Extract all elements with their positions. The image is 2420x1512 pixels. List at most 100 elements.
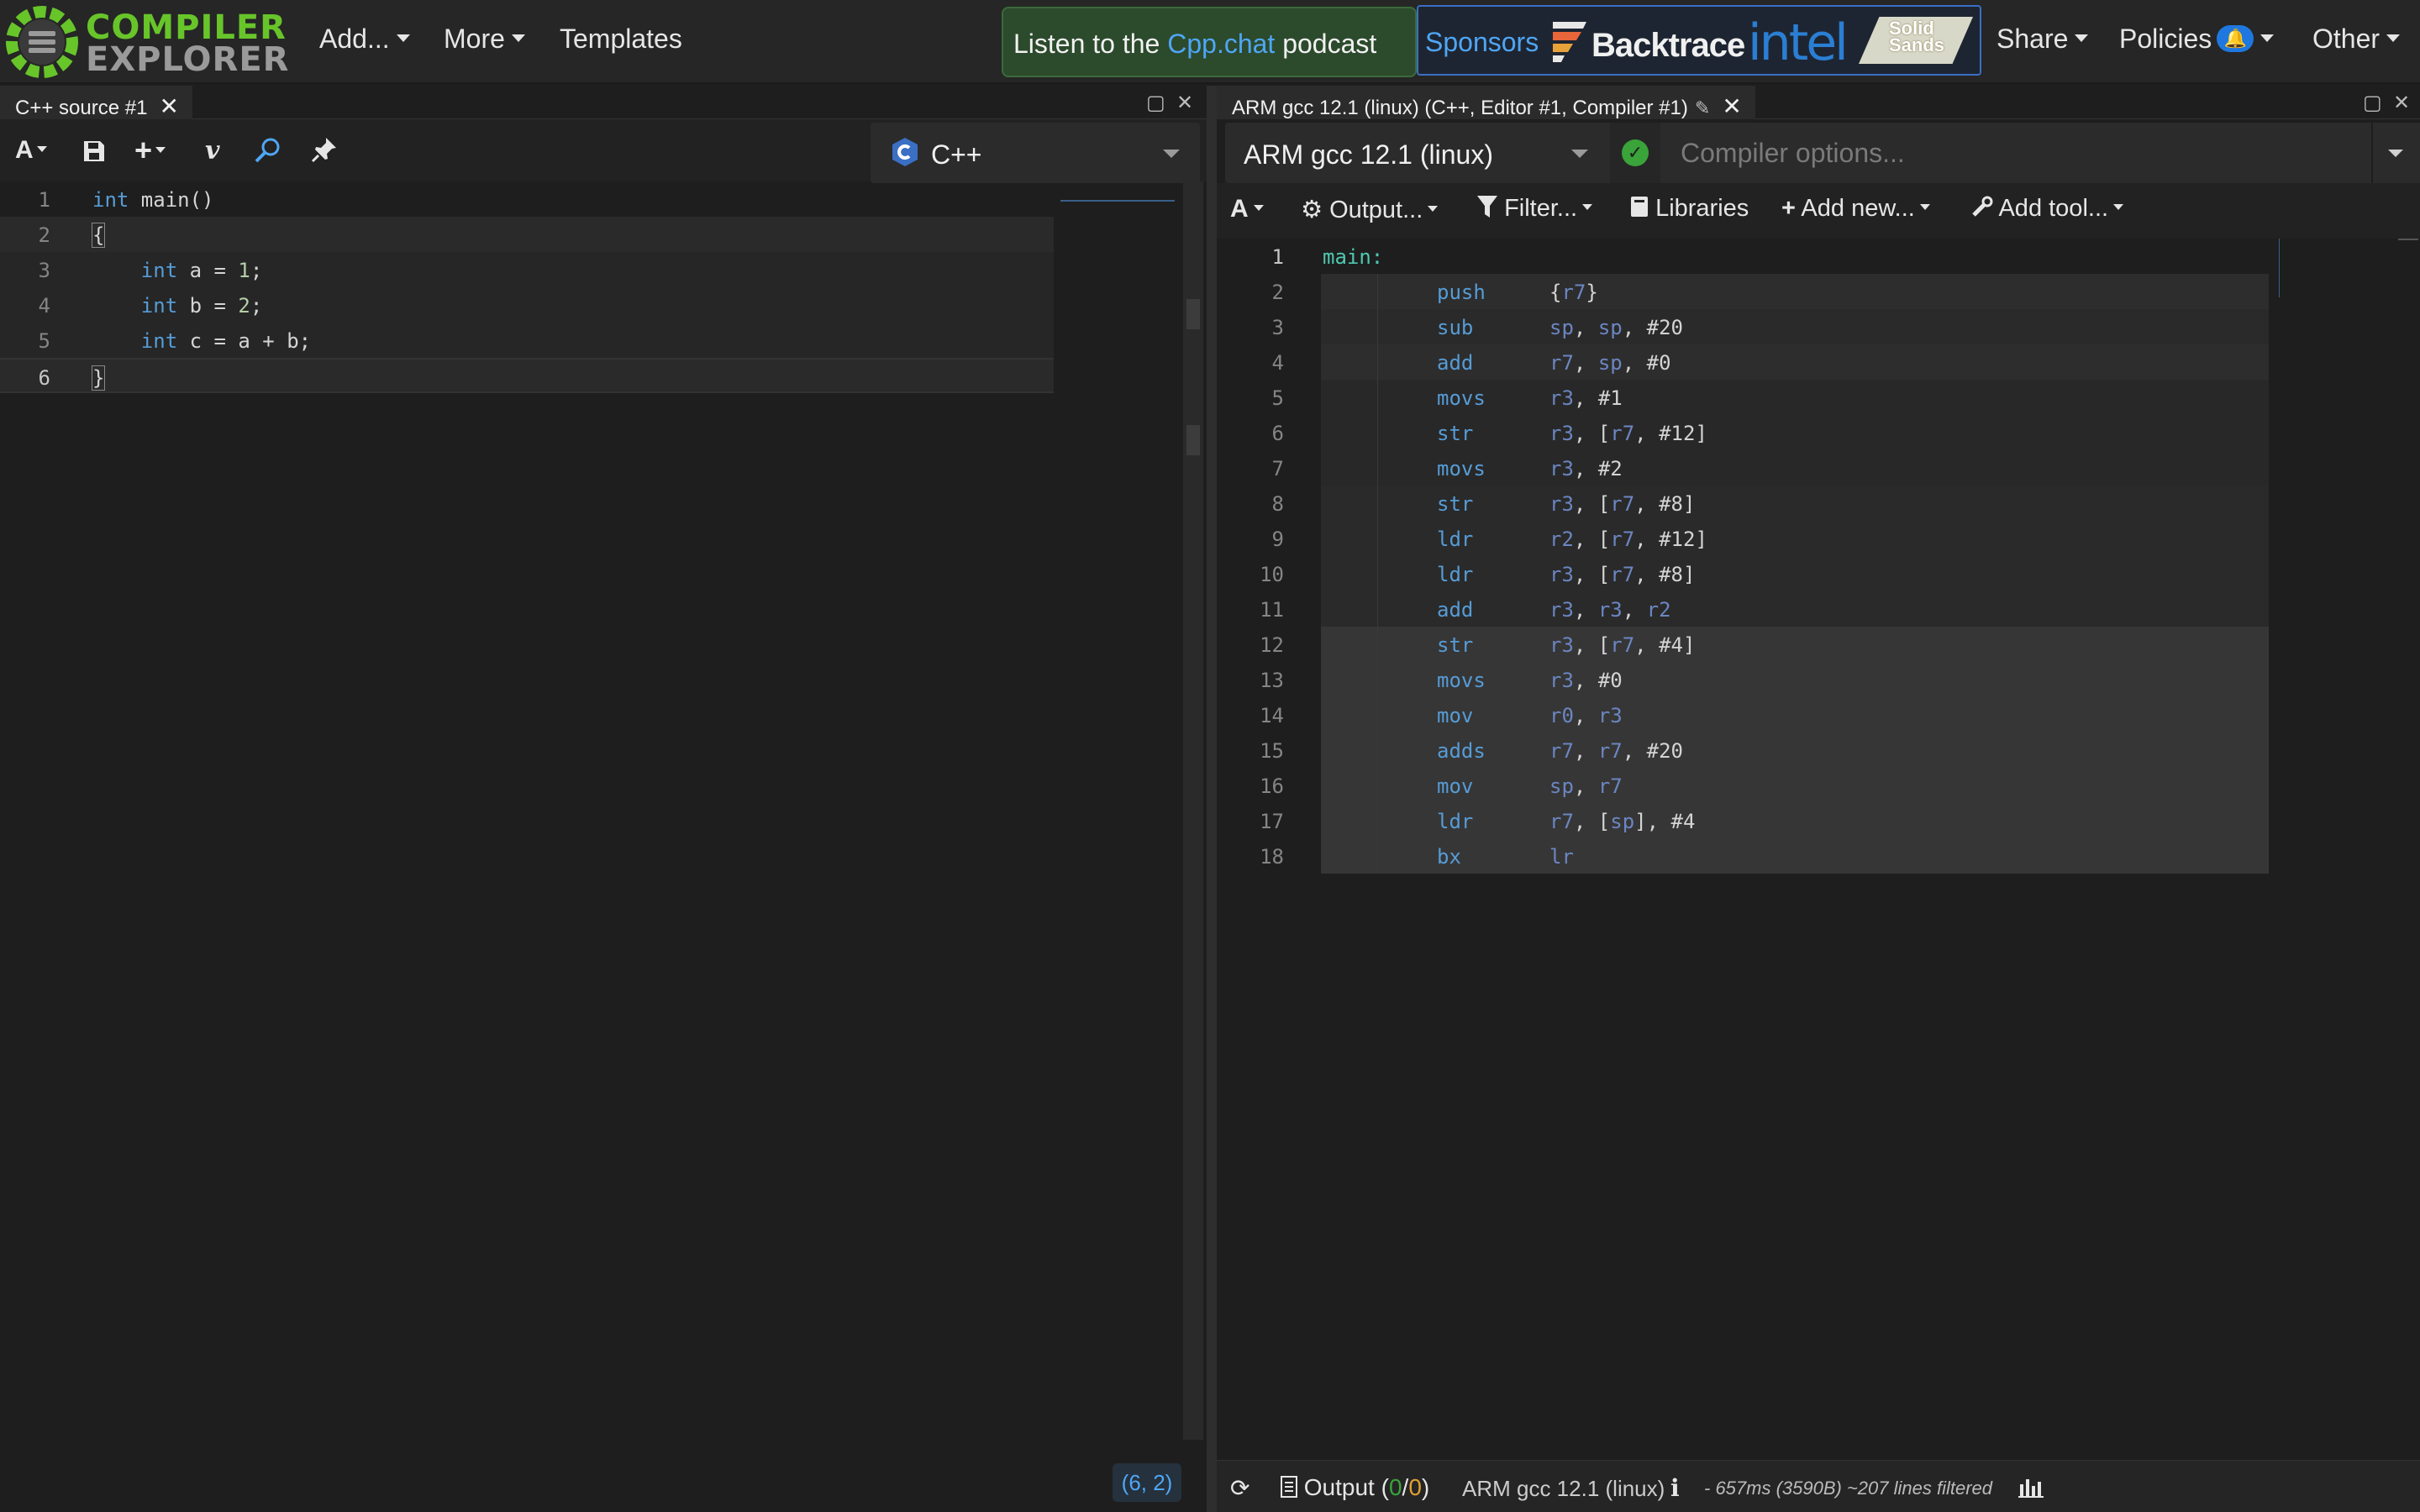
maximize-icon[interactable]: ▢	[2363, 91, 2382, 115]
add-new-button[interactable]: + Add new...	[1781, 195, 1930, 223]
refresh-icon[interactable]: ⟳	[1230, 1474, 1249, 1502]
asm-minimap[interactable]	[2279, 239, 2319, 297]
asm-opcode: movs	[1437, 386, 1486, 410]
line-number: 1	[38, 188, 50, 212]
asm-operands: r3, r3, r2	[1549, 598, 1671, 622]
asm-operands: sp, sp, #20	[1549, 316, 1683, 339]
solidsands-line-2: Sands	[1889, 34, 1945, 55]
nav-templates[interactable]: Templates	[560, 24, 682, 55]
asm-line[interactable]: 11 add r3, r3, r2	[1217, 591, 2420, 627]
source-line[interactable]: 5 int c = a + b;	[0, 323, 1054, 358]
asm-line[interactable]: 4 add r7, sp, #0	[1217, 344, 2420, 380]
nav-other-menu[interactable]: Other	[2312, 24, 2401, 55]
asm-line[interactable]: 6 str r3, [r7, #12]	[1217, 415, 2420, 450]
source-line[interactable]: 3 int a = 1;	[0, 252, 1054, 287]
nav-add-menu[interactable]: Add...	[319, 24, 410, 55]
asm-punct: ,	[1622, 351, 1647, 375]
asm-immediate: #12	[1659, 422, 1696, 445]
code-token: {	[91, 223, 106, 248]
sponsor-backtrace[interactable]: Backtrace	[1591, 27, 1745, 65]
asm-punct: }	[1586, 281, 1598, 304]
asm-line[interactable]: 13 movs r3, #0	[1217, 662, 2420, 697]
tab-compiler[interactable]: ARM gcc 12.1 (linux) (C++, Editor #1, Co…	[1217, 86, 1755, 119]
vim-mode-button[interactable]: v	[205, 136, 219, 165]
sponsors-label[interactable]: Sponsors	[1425, 27, 1539, 58]
line-number: 6	[38, 366, 50, 390]
add-pane-button[interactable]: +	[134, 133, 166, 168]
libraries-button[interactable]: Libraries	[1630, 195, 1749, 223]
asm-line[interactable]: 2 push {r7}	[1217, 274, 2420, 309]
sponsor-solidsands[interactable]: Solid Sands	[1859, 17, 1973, 64]
source-line[interactable]: 2{	[0, 217, 1054, 252]
asm-scrollbar[interactable]	[2398, 239, 2418, 1455]
compiler-options-input[interactable]	[1660, 123, 2371, 183]
close-pane-icon[interactable]: ✕	[1176, 91, 1193, 115]
nav-share-menu[interactable]: Share	[1996, 24, 2089, 55]
source-minimap[interactable]	[1060, 181, 1175, 202]
pin-icon[interactable]	[311, 136, 338, 163]
source-line[interactable]: 1 int main()	[0, 181, 1207, 217]
compiler-select[interactable]: ARM gcc 12.1 (linux)	[1225, 123, 1610, 183]
source-line[interactable]: 4 int b = 2;	[0, 287, 1054, 323]
compile-status[interactable]: ✓	[1610, 123, 1660, 183]
asm-line[interactable]: 18 bx lr	[1217, 838, 2420, 874]
scrollbar-thumb[interactable]	[1186, 425, 1200, 455]
asm-operands: sp, r7	[1549, 774, 1623, 798]
asm-line[interactable]: 5 movs r3, #1	[1217, 380, 2420, 415]
line-number: 6	[1271, 422, 1284, 445]
close-icon[interactable]: ✕	[1722, 93, 1741, 119]
asm-immediate: #4	[1670, 810, 1696, 833]
font-size-button[interactable]: A	[1230, 195, 1264, 223]
line-number: 14	[1260, 704, 1284, 727]
podcast-link[interactable]: Cpp.chat	[1167, 29, 1275, 59]
asm-operands: r3, [r7, #4]	[1549, 633, 1695, 657]
sponsor-intel[interactable]: intel	[1748, 13, 1849, 72]
source-scrollbar[interactable]	[1183, 181, 1203, 1440]
close-pane-icon[interactable]: ✕	[2393, 91, 2410, 115]
add-tool-button[interactable]: Add tool...	[1971, 195, 2124, 223]
info-icon[interactable]: i	[1670, 1474, 1680, 1502]
asm-line[interactable]: 15 adds r7, r7, #20	[1217, 732, 2420, 768]
asm-line[interactable]: 7 movs r3, #2	[1217, 450, 2420, 486]
asm-register: r3	[1549, 633, 1574, 657]
compiler-explorer-logo[interactable]: COMPILER EXPLORER	[3, 3, 288, 81]
nav-more-menu[interactable]: More	[444, 24, 525, 55]
podcast-banner[interactable]: Listen to the Cpp.chat podcast	[1002, 7, 1417, 77]
tab-cpp-source[interactable]: C++ source #1 ✕	[0, 86, 192, 119]
gear-logo-icon	[6, 6, 78, 78]
source-line[interactable]: 6}	[0, 358, 1054, 393]
nav-policies-menu[interactable]: Policies 🔔	[2119, 24, 2275, 55]
filter-menu-button[interactable]: Filter...	[1477, 195, 1593, 223]
output-menu-button[interactable]: ⚙ Output...	[1301, 195, 1439, 224]
output-button[interactable]: Output (0/0)	[1281, 1474, 1429, 1501]
asm-line[interactable]: 8 str r3, [r7, #8]	[1217, 486, 2420, 521]
asm-immediate: #8	[1659, 492, 1683, 516]
asm-line[interactable]: 12 str r3, [r7, #4]	[1217, 627, 2420, 662]
asm-line[interactable]: 16 mov sp, r7	[1217, 768, 2420, 803]
bar-chart-icon[interactable]	[2018, 1476, 2044, 1498]
scrollbar-thumb[interactable]	[1186, 299, 1200, 329]
asm-register: r7	[1610, 563, 1635, 586]
asm-line[interactable]: 14 mov r0, r3	[1217, 697, 2420, 732]
pencil-icon[interactable]: ✎	[1695, 97, 1710, 118]
asm-line[interactable]: 1 main:	[1217, 239, 2420, 274]
font-size-button[interactable]: A	[15, 136, 47, 165]
code-token: int	[140, 329, 178, 353]
asm-line[interactable]: 3 sub sp, sp, #20	[1217, 309, 2420, 344]
language-select[interactable]: C++	[871, 123, 1200, 183]
asm-line[interactable]: 10 ldr r3, [r7, #8]	[1217, 556, 2420, 591]
asm-register: r7	[1561, 281, 1586, 304]
close-icon[interactable]: ✕	[159, 93, 178, 119]
chevron-down-icon	[2388, 150, 2403, 157]
asm-line[interactable]: 9 ldr r2, [r7, #12]	[1217, 521, 2420, 556]
save-icon[interactable]	[82, 139, 106, 163]
asm-line[interactable]: 17 ldr r7, [sp], #4	[1217, 803, 2420, 838]
scrollbar-thumb[interactable]	[2398, 239, 2418, 240]
asm-register: r7	[1549, 351, 1574, 375]
search-icon[interactable]	[254, 136, 282, 165]
code-token: int	[92, 188, 129, 212]
compiler-options-dropdown[interactable]	[2373, 123, 2420, 183]
pane-splitter[interactable]	[1207, 86, 1217, 1512]
maximize-icon[interactable]: ▢	[1146, 91, 1165, 115]
chevron-down-icon	[1253, 204, 1264, 211]
